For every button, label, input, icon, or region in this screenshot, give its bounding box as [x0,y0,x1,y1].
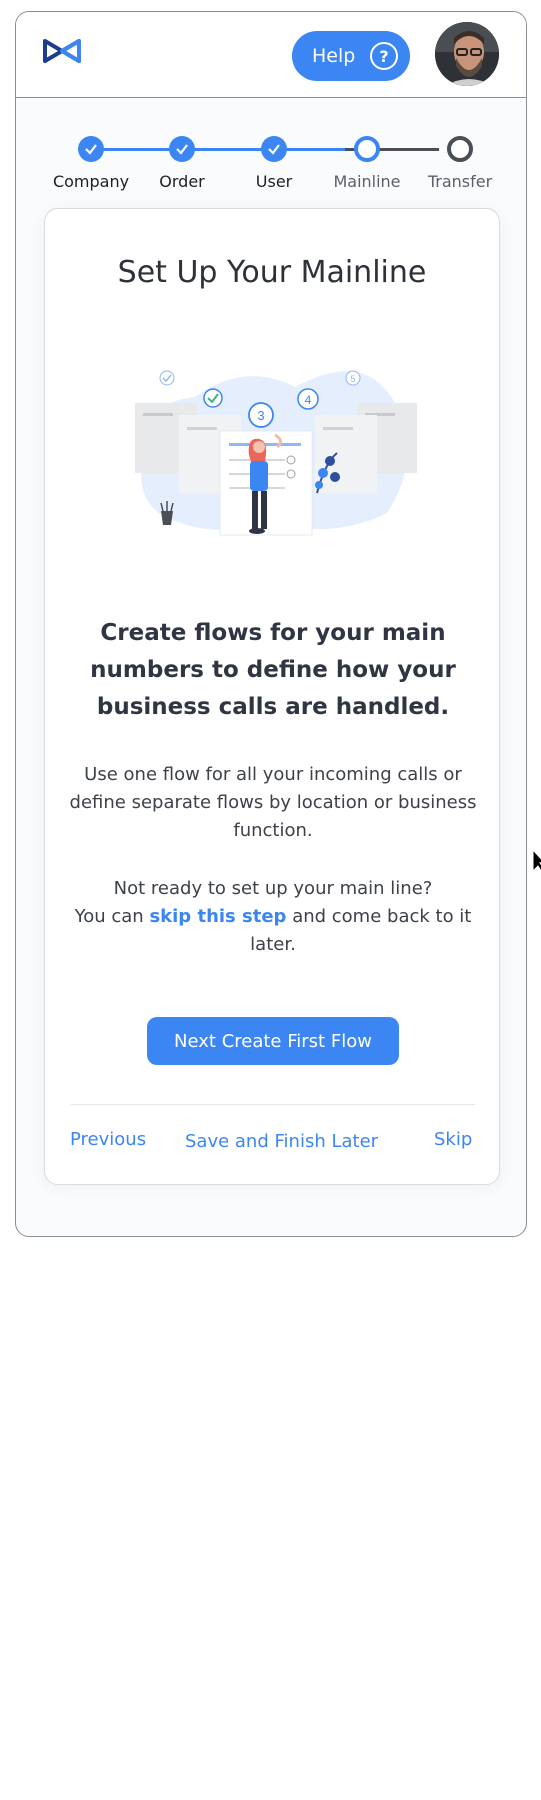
description: Use one flow for all your incoming calls… [69,764,477,841]
help-button[interactable]: Help ? [292,31,410,81]
previous-link[interactable]: Previous [70,1129,146,1150]
skip-prompt-prefix: You can [74,906,144,927]
skip-this-step-link[interactable]: skip this step [149,906,286,927]
avatar[interactable] [435,22,499,86]
help-label: Help [312,45,356,67]
skip-prompt: Not ready to set up your main line? You … [65,875,481,959]
illustration-step-4: 4 [305,393,312,407]
footer-divider [71,1104,475,1105]
illustration-step-3: 3 [257,408,264,423]
step-label-transfer[interactable]: Transfer [405,172,515,191]
step-transfer-pending-icon[interactable] [447,136,473,162]
step-user-check-icon[interactable] [261,136,287,162]
step-order-check-icon[interactable] [169,136,195,162]
progress-stepper: Company Order User Mainline Transfer [16,124,526,194]
step-company-check-icon[interactable] [78,136,104,162]
mouse-cursor-icon [532,849,541,873]
skip-prompt-line1: Not ready to set up your main line? [113,878,433,899]
page-title: Set Up Your Mainline [117,255,427,290]
save-and-finish-later-link[interactable]: Save and Finish Later [185,1131,378,1152]
illustration-step-5: 5 [350,374,355,384]
setup-illustration: 3 4 5 [135,370,417,536]
user-photo [435,22,499,86]
step-mainline-current-icon[interactable] [354,136,380,162]
company-logo[interactable] [42,35,82,67]
mainline-setup-card: Set Up Your Mainline 3 4 5 Create flows … [44,208,500,1185]
question-icon: ? [370,42,398,70]
headline: Create flows for your main numbers to de… [90,620,456,720]
top-bar: Help ? [16,12,526,98]
skip-link[interactable]: Skip [434,1129,472,1150]
app-window: Help ? Company Order User Mainline Trans… [15,11,527,1237]
stepper-progress-line [91,148,345,151]
next-create-first-flow-button[interactable]: Next Create First Flow [147,1017,399,1065]
